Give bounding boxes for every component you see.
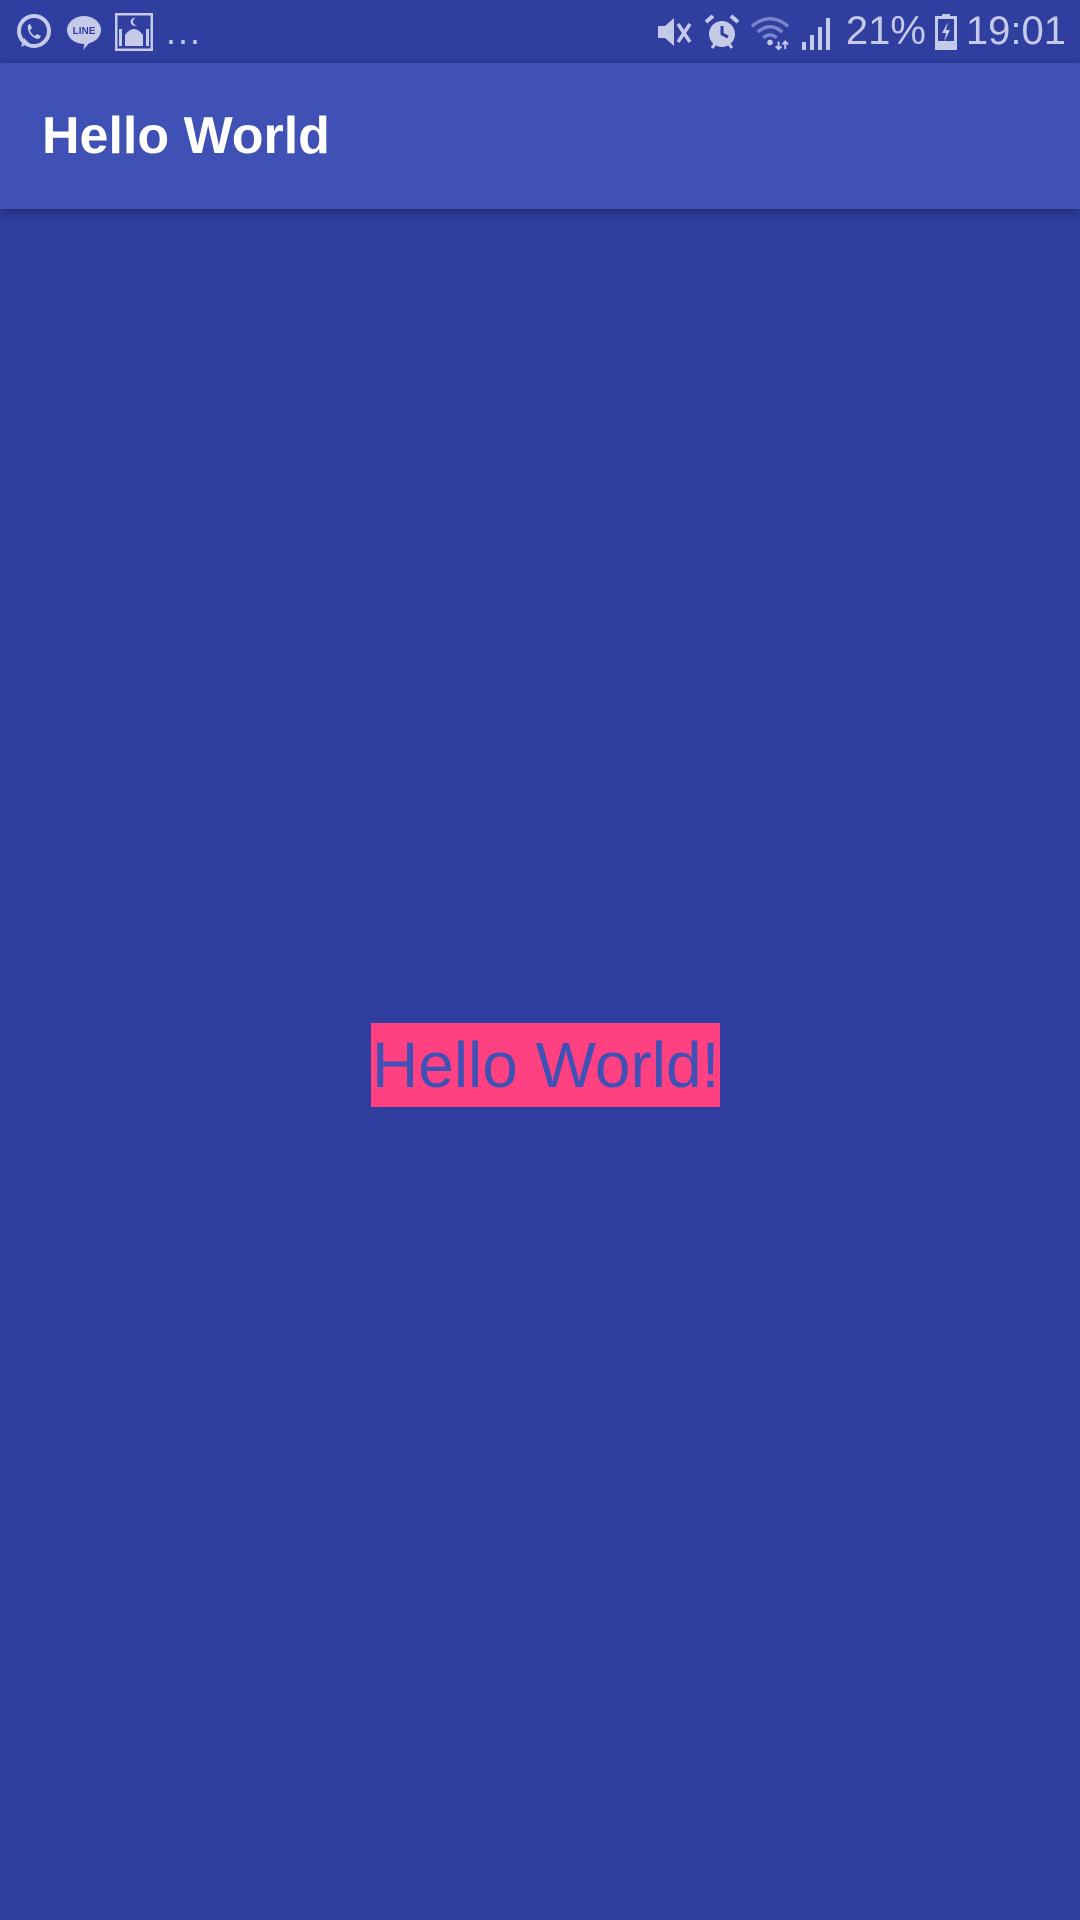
clock: 19:01 — [965, 9, 1066, 53]
mute-icon — [654, 12, 694, 52]
whatsapp-icon — [14, 12, 54, 52]
line-icon: LINE — [64, 12, 104, 52]
more-notifications-indicator: ... — [166, 10, 203, 52]
battery-percentage: 21% — [845, 9, 926, 53]
main-content: Hello World! — [0, 209, 1080, 1920]
app-title: Hello World — [42, 107, 330, 165]
battery-charging-icon — [934, 12, 958, 52]
screen: LINE ... 21% 19:01 Hello World Hello Wor… — [0, 0, 1080, 1920]
mosque-icon — [114, 12, 154, 52]
app-bar: Hello World — [0, 63, 1080, 209]
alarm-icon — [702, 12, 742, 52]
wifi-icon — [750, 12, 790, 52]
status-bar: LINE ... 21% 19:01 — [0, 0, 1080, 63]
signal-icon — [798, 12, 838, 52]
hello-world-label: Hello World! — [371, 1023, 721, 1107]
notification-area: LINE ... — [14, 0, 212, 63]
svg-text:LINE: LINE — [73, 26, 96, 37]
system-status-area: 21% 19:01 — [646, 0, 1066, 63]
